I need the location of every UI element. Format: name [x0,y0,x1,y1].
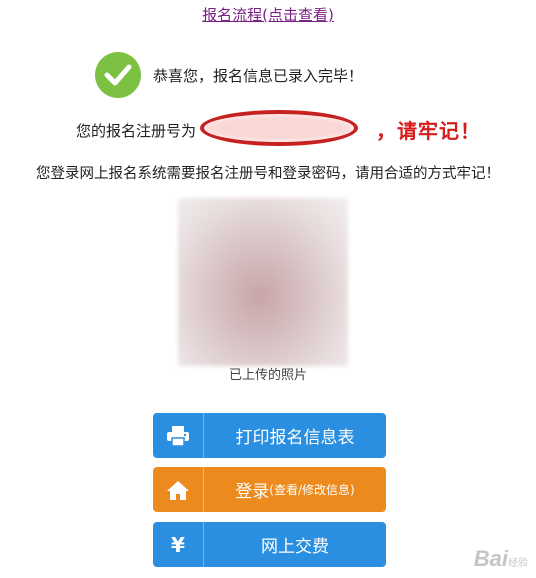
yen-icon: ¥ [153,522,204,567]
watermark-sub: 经验 [508,558,528,569]
process-link[interactable]: 报名流程(点击查看) [0,4,536,25]
print-form-button[interactable]: 打印报名信息表 [153,413,386,458]
login-label: 登录 (查看/修改信息) [204,467,386,512]
baidu-watermark-logo: Bai经验 [474,546,528,572]
printer-icon [153,413,204,458]
check-icon [95,52,141,98]
login-label-text: 登录 [235,482,270,502]
watermark-text: Bai [473,546,508,571]
home-icon [153,467,204,512]
print-form-label: 打印报名信息表 [235,428,355,448]
online-payment-label: 网上交费 [261,537,329,557]
remember-warning: ，请牢记！ [376,119,481,143]
login-notice: 您登录网上报名系统需要报名注册号和登录密码，请用合适的方式牢记！ [36,166,500,182]
success-text: 恭喜您，报名信息已录入完毕！ [153,66,364,85]
uploaded-photo [178,198,348,366]
login-button[interactable]: 登录 (查看/修改信息) [153,467,386,512]
login-label-sub: (查看/修改信息) [269,483,355,497]
registration-label: 您的报名注册号为 [76,122,197,140]
registration-number-highlight [200,110,358,146]
online-payment-button[interactable]: ¥ 网上交费 [153,522,386,567]
yen-glyph: ¥ [171,532,185,557]
photo-caption: 已上传的照片 [228,368,307,383]
success-message-row: 恭喜您，报名信息已录入完毕！ [95,52,363,98]
